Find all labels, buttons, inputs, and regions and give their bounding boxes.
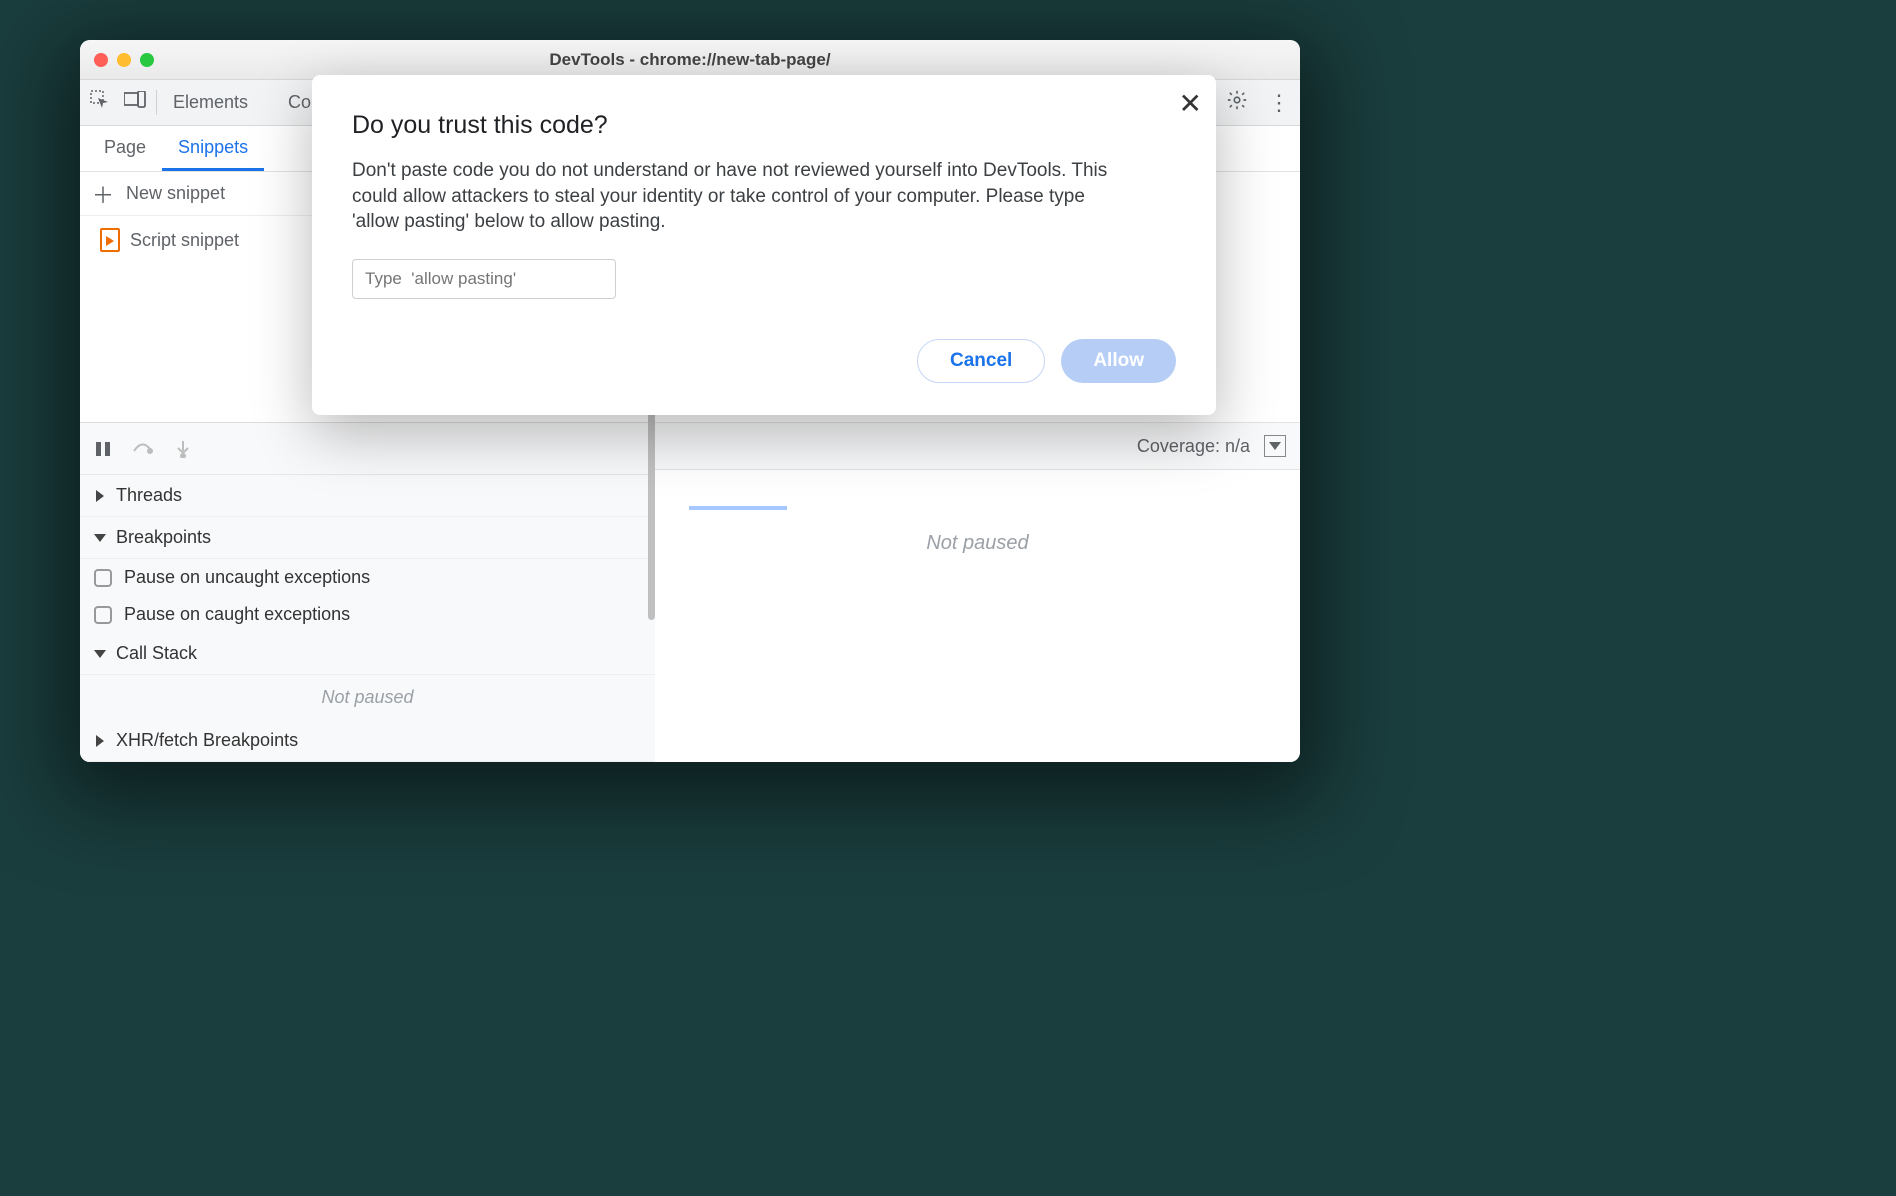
disclosure-down-icon: [94, 534, 106, 542]
tab-elements[interactable]: Elements: [173, 92, 248, 113]
threads-label: Threads: [116, 485, 182, 506]
disclosure-right-icon: [96, 735, 104, 747]
dialog-title: Do you trust this code?: [352, 111, 1176, 140]
dialog-body: Don't paste code you do not understand o…: [352, 158, 1112, 235]
snippet-file-label: Script snippet: [130, 230, 239, 251]
chevron-down-icon: [1269, 442, 1281, 450]
titlebar: DevTools - chrome://new-tab-page/: [80, 40, 1300, 80]
plus-icon: ＋: [92, 178, 114, 210]
allow-pasting-input[interactable]: [352, 259, 616, 299]
inspect-icon[interactable]: [90, 90, 110, 115]
callstack-not-paused: Not paused: [80, 675, 655, 720]
new-snippet-label: New snippet: [126, 183, 225, 204]
step-into-icon[interactable]: [172, 438, 194, 460]
threads-section[interactable]: Threads: [80, 475, 655, 517]
pause-icon[interactable]: [92, 438, 114, 460]
pause-uncaught-row[interactable]: Pause on uncaught exceptions: [80, 559, 655, 596]
disclosure-down-icon: [94, 650, 106, 658]
scrollbar-thumb[interactable]: [648, 390, 655, 620]
xhr-breakpoints-section[interactable]: XHR/fetch Breakpoints: [80, 720, 655, 762]
step-over-icon[interactable]: [132, 438, 154, 460]
cancel-button[interactable]: Cancel: [917, 339, 1045, 383]
breakpoints-label: Breakpoints: [116, 527, 211, 548]
allow-button[interactable]: Allow: [1061, 339, 1176, 383]
toggle-drawer-icon[interactable]: [1264, 435, 1286, 457]
gear-icon[interactable]: [1226, 89, 1248, 116]
close-icon[interactable]: ✕: [1179, 87, 1202, 120]
checkbox-icon[interactable]: [94, 569, 112, 587]
debugger-toolbar: [80, 423, 655, 475]
pause-caught-row[interactable]: Pause on caught exceptions: [80, 596, 655, 633]
device-toggle-icon[interactable]: [124, 91, 146, 114]
debugger-panel: Threads Breakpoints Pause on uncaught ex…: [80, 422, 655, 762]
editor-statusbar: Coverage: n/a: [655, 422, 1300, 470]
watch-not-paused: Not paused: [655, 532, 1300, 555]
subtab-page[interactable]: Page: [88, 126, 162, 171]
callstack-label: Call Stack: [116, 643, 197, 664]
subtab-snippets[interactable]: Snippets: [162, 126, 264, 171]
coverage-label: Coverage: n/a: [1137, 436, 1250, 457]
devtools-window: DevTools - chrome://new-tab-page/ Elemen…: [80, 40, 1300, 762]
active-tab-underline: [689, 506, 787, 510]
pause-caught-label: Pause on caught exceptions: [124, 604, 350, 625]
trust-code-dialog: ✕ Do you trust this code? Don't paste co…: [312, 75, 1216, 415]
window-title: DevTools - chrome://new-tab-page/: [80, 50, 1300, 70]
breakpoints-section[interactable]: Breakpoints: [80, 517, 655, 559]
xhr-breakpoints-label: XHR/fetch Breakpoints: [116, 730, 298, 751]
checkbox-icon[interactable]: [94, 606, 112, 624]
snippet-file-icon: [100, 228, 120, 252]
disclosure-right-icon: [96, 490, 104, 502]
callstack-section[interactable]: Call Stack: [80, 633, 655, 675]
kebab-icon[interactable]: ⋮: [1268, 90, 1290, 116]
pause-uncaught-label: Pause on uncaught exceptions: [124, 567, 370, 588]
